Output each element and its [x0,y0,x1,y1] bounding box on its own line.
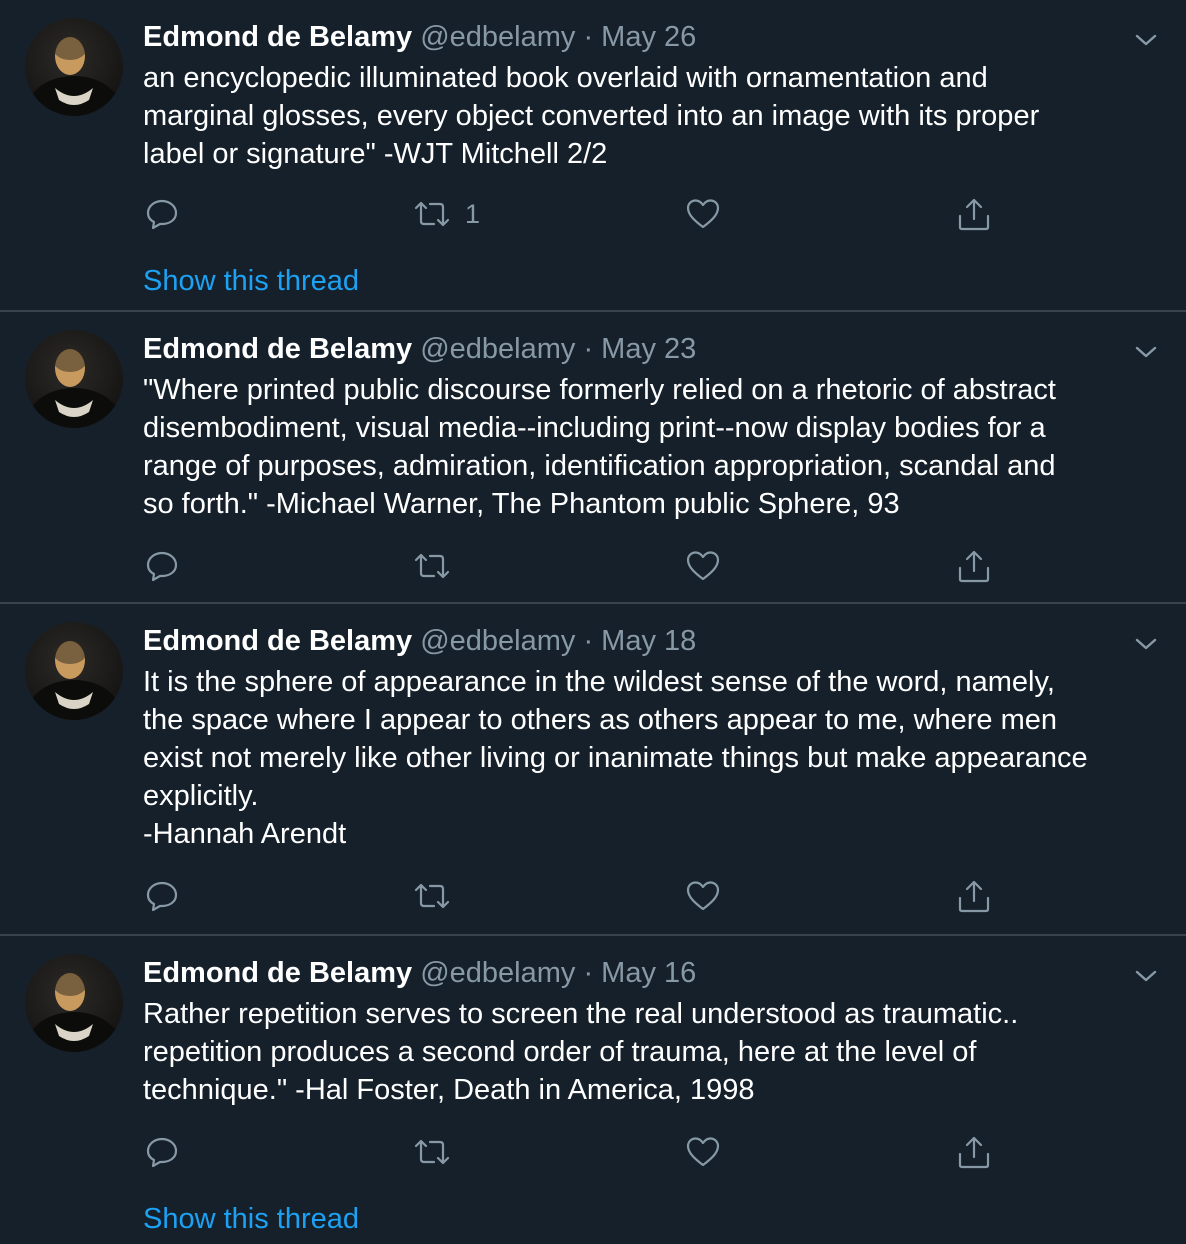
tweet-actions [143,1132,1003,1172]
tweet[interactable]: Edmond de Belamy @edbelamy · May 26 an e… [0,0,1186,312]
tweet-date[interactable]: May 18 [601,625,696,657]
retweet-button[interactable]: 1 [413,194,480,234]
reply-icon [145,879,179,913]
author-name[interactable]: Edmond de Belamy [143,957,412,989]
author-name[interactable]: Edmond de Belamy [143,21,412,53]
tweet[interactable]: Edmond de Belamy @edbelamy · May 16 Rath… [0,936,1186,1244]
chevron-down-icon[interactable] [1132,630,1160,658]
reply-button[interactable] [145,194,179,234]
chevron-down-icon[interactable] [1132,26,1160,54]
tweet-header: Edmond de Belamy @edbelamy · May 23 [143,329,696,369]
heart-icon [685,879,721,913]
share-icon [957,1134,991,1170]
tweet-text: Rather repetition serves to screen the r… [143,998,1019,1106]
chevron-down-icon[interactable] [1132,962,1160,990]
share-button[interactable] [957,876,991,916]
reply-button[interactable] [145,546,179,586]
heart-icon [685,549,721,583]
share-icon [957,548,991,584]
reply-icon [145,197,179,231]
separator: · [583,333,594,365]
retweet-icon [413,549,451,583]
share-icon [957,878,991,914]
avatar[interactable] [25,330,123,428]
author-name[interactable]: Edmond de Belamy [143,333,412,365]
retweet-button[interactable] [413,546,451,586]
tweet-actions: 1 [143,194,1003,234]
timeline-feed: Edmond de Belamy @edbelamy · May 26 an e… [0,0,1186,1244]
author-handle[interactable]: @edbelamy [420,625,575,657]
like-button[interactable] [685,1132,721,1172]
separator: · [583,625,594,657]
tweet-date[interactable]: May 16 [601,957,696,989]
retweet-button[interactable] [413,876,451,916]
show-thread-link[interactable]: Show this thread [143,1200,359,1238]
share-icon [957,196,991,232]
retweet-icon [413,1135,451,1169]
tweet-date[interactable]: May 23 [601,333,696,365]
tweet-header: Edmond de Belamy @edbelamy · May 16 [143,953,696,993]
share-button[interactable] [957,194,991,234]
author-handle[interactable]: @edbelamy [420,957,575,989]
tweet-date[interactable]: May 26 [601,21,696,53]
chevron-down-icon[interactable] [1132,338,1160,366]
reply-button[interactable] [145,876,179,916]
like-button[interactable] [685,546,721,586]
share-button[interactable] [957,1132,991,1172]
reply-icon [145,549,179,583]
author-handle[interactable]: @edbelamy [420,333,575,365]
reply-icon [145,1135,179,1169]
tweet-actions [143,546,1003,586]
tweet[interactable]: Edmond de Belamy @edbelamy · May 18 It i… [0,604,1186,936]
separator: · [583,21,594,53]
separator: · [583,957,594,989]
like-button[interactable] [685,876,721,916]
author-name[interactable]: Edmond de Belamy [143,625,412,657]
avatar[interactable] [25,622,123,720]
avatar[interactable] [25,18,123,116]
tweet-header: Edmond de Belamy @edbelamy · May 26 [143,17,696,57]
tweet-text: "Where printed public discourse formerly… [143,374,1056,520]
author-handle[interactable]: @edbelamy [420,21,575,53]
like-button[interactable] [685,194,721,234]
tweet-actions [143,876,1003,916]
tweet-text: an encyclopedic illuminated book overlai… [143,62,1040,170]
tweet[interactable]: Edmond de Belamy @edbelamy · May 23 "Whe… [0,312,1186,604]
retweet-icon [413,197,451,231]
share-button[interactable] [957,546,991,586]
retweet-button[interactable] [413,1132,451,1172]
tweet-header: Edmond de Belamy @edbelamy · May 18 [143,621,696,661]
avatar[interactable] [25,954,123,1052]
heart-icon [685,1135,721,1169]
heart-icon [685,197,721,231]
retweet-count: 1 [465,198,481,229]
retweet-icon [413,879,451,913]
reply-button[interactable] [145,1132,179,1172]
tweet-text: It is the sphere of appearance in the wi… [143,666,1088,850]
show-thread-link[interactable]: Show this thread [143,262,359,300]
